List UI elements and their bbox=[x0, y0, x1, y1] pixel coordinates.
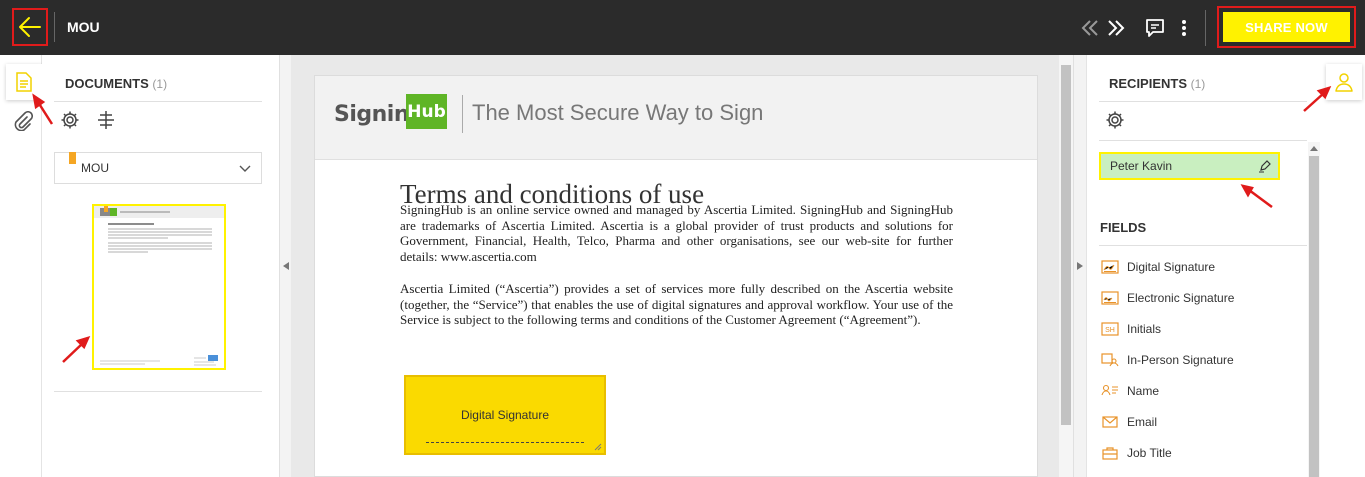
recipient-item[interactable]: Peter Kavin bbox=[1099, 152, 1280, 180]
field-job-title[interactable]: Job Title bbox=[1101, 443, 1172, 463]
recipients-heading: RECIPIENTS (1) bbox=[1109, 76, 1205, 91]
field-label: Electronic Signature bbox=[1127, 291, 1235, 305]
divider bbox=[54, 101, 262, 102]
in-person-signature-icon bbox=[1101, 353, 1119, 367]
recipients-tab[interactable] bbox=[1326, 64, 1362, 100]
documents-panel: DOCUMENTS (1) MOU bbox=[42, 55, 279, 477]
pen-icon[interactable] bbox=[1258, 159, 1272, 173]
field-label: Initials bbox=[1127, 322, 1162, 336]
right-panel-collapse[interactable] bbox=[1073, 55, 1086, 477]
chevron-down-icon bbox=[239, 165, 251, 172]
divider bbox=[1099, 140, 1307, 141]
initials-icon: SH bbox=[1101, 322, 1119, 336]
field-label: Job Title bbox=[1127, 446, 1172, 460]
share-now-button[interactable]: SHARE NOW bbox=[1223, 12, 1350, 42]
job-title-icon bbox=[1102, 447, 1118, 460]
next-doc-icon bbox=[1108, 20, 1125, 36]
digital-signature-field[interactable]: Digital Signature bbox=[404, 375, 606, 455]
documents-heading: DOCUMENTS (1) bbox=[65, 76, 167, 91]
documents-count: (1) bbox=[152, 77, 168, 91]
field-label: Name bbox=[1127, 384, 1160, 398]
document-select[interactable]: MOU bbox=[54, 152, 262, 184]
field-in-person-signature[interactable]: In-Person Signature bbox=[1101, 350, 1234, 370]
bookmark-icon bbox=[69, 152, 76, 164]
user-icon bbox=[1335, 73, 1353, 92]
document-align-button[interactable] bbox=[95, 109, 117, 131]
field-label: In-Person Signature bbox=[1127, 353, 1234, 367]
attachments-tab[interactable] bbox=[12, 110, 34, 132]
field-name[interactable]: Name bbox=[1101, 381, 1159, 401]
comments-button[interactable] bbox=[1143, 16, 1167, 40]
document-thumbnail[interactable] bbox=[92, 204, 226, 370]
divider bbox=[54, 12, 55, 42]
fields-heading: FIELDS bbox=[1100, 220, 1147, 235]
gear-icon bbox=[1106, 111, 1124, 129]
resize-handle-icon[interactable] bbox=[594, 443, 602, 451]
thumbnail-preview bbox=[94, 206, 224, 366]
back-arrow-icon bbox=[19, 17, 41, 37]
field-digital-signature[interactable]: Digital Signature bbox=[1101, 257, 1215, 277]
prev-doc-icon bbox=[1081, 20, 1098, 36]
caret-up-icon[interactable] bbox=[1310, 145, 1318, 151]
recipients-count: (1) bbox=[1190, 77, 1206, 91]
recipient-name: Peter Kavin bbox=[1110, 159, 1173, 173]
left-panel-collapse[interactable] bbox=[279, 55, 291, 477]
scrollbar-thumb[interactable] bbox=[1309, 156, 1319, 477]
document-select-value: MOU bbox=[81, 161, 109, 175]
document-page: Signing Hub The Most Secure Way to Sign … bbox=[314, 75, 1038, 477]
recipients-heading-label: RECIPIENTS bbox=[1109, 76, 1188, 91]
signinghub-logo-badge: Hub bbox=[406, 94, 447, 129]
gear-icon bbox=[61, 111, 79, 129]
share-now-highlight: SHARE NOW bbox=[1217, 6, 1356, 48]
back-button[interactable] bbox=[12, 8, 48, 46]
divider bbox=[54, 391, 262, 392]
page-header: Signing Hub The Most Secure Way to Sign bbox=[315, 76, 1037, 160]
digital-signature-icon bbox=[1101, 260, 1119, 274]
document-title: MOU bbox=[67, 19, 100, 35]
signature-field-label: Digital Signature bbox=[460, 408, 550, 422]
documents-heading-label: DOCUMENTS bbox=[65, 76, 149, 91]
left-rail bbox=[0, 55, 42, 477]
svg-text:SH: SH bbox=[1105, 327, 1115, 334]
documents-tab[interactable] bbox=[6, 64, 42, 100]
document-viewer: Signing Hub The Most Secure Way to Sign … bbox=[291, 55, 1059, 477]
electronic-signature-icon bbox=[1101, 291, 1119, 305]
recipients-panel: RECIPIENTS (1) Peter Kavin FIELDS Digita… bbox=[1086, 55, 1324, 477]
field-electronic-signature[interactable]: Electronic Signature bbox=[1101, 288, 1234, 308]
email-icon bbox=[1102, 416, 1118, 428]
caret-left-icon bbox=[282, 262, 289, 270]
signature-line bbox=[426, 442, 584, 443]
top-bar: MOU SHARE NOW bbox=[0, 0, 1365, 55]
paragraph-2: Ascertia Limited (“Ascertia”) provides a… bbox=[400, 281, 953, 328]
paperclip-icon bbox=[14, 111, 33, 131]
field-label: Digital Signature bbox=[1127, 260, 1216, 274]
recipient-settings-button[interactable] bbox=[1104, 109, 1126, 131]
field-email[interactable]: Email bbox=[1101, 412, 1157, 432]
right-rail bbox=[1324, 55, 1365, 477]
document-settings-button[interactable] bbox=[59, 109, 81, 131]
paragraph-1: SigningHub is an online service owned an… bbox=[400, 202, 953, 264]
document-icon bbox=[16, 72, 32, 92]
field-initials[interactable]: SH Initials bbox=[1101, 319, 1161, 339]
previous-document-button[interactable] bbox=[1079, 16, 1101, 40]
more-menu-button[interactable] bbox=[1176, 16, 1192, 40]
next-document-button[interactable] bbox=[1105, 16, 1127, 40]
viewer-scrollbar[interactable] bbox=[1059, 55, 1073, 477]
divider bbox=[1099, 101, 1307, 102]
comments-icon bbox=[1146, 19, 1164, 37]
align-center-icon bbox=[98, 111, 114, 129]
divider bbox=[1205, 10, 1206, 46]
tagline: The Most Secure Way to Sign bbox=[472, 100, 764, 125]
divider bbox=[1099, 245, 1307, 246]
divider bbox=[462, 95, 463, 133]
name-icon bbox=[1101, 384, 1118, 396]
recipients-scrollbar[interactable] bbox=[1308, 142, 1320, 477]
more-menu-icon bbox=[1182, 20, 1186, 36]
field-label: Email bbox=[1127, 415, 1158, 429]
caret-right-icon bbox=[1077, 262, 1083, 270]
scrollbar-thumb[interactable] bbox=[1061, 65, 1071, 425]
